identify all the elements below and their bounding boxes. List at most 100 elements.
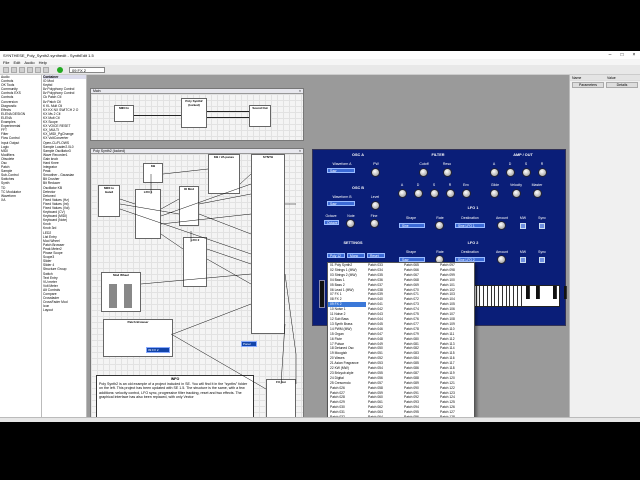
- module-title: Sound Out: [252, 106, 268, 110]
- wire: [207, 111, 249, 112]
- poly-synth-module[interactable]: Poly Synth2 (locked): [181, 98, 207, 128]
- fine-knob[interactable]: [370, 219, 379, 228]
- sound-out-module[interactable]: Sound Out: [249, 105, 271, 127]
- menu-help[interactable]: Help: [39, 60, 47, 65]
- lfo2-sync-checkbox[interactable]: [539, 257, 545, 263]
- lfo1-destination-label: Destination: [461, 216, 479, 220]
- amp-s-knob[interactable]: [522, 168, 531, 177]
- poly-select[interactable]: Poly 12: [327, 253, 345, 258]
- waveform-b-select[interactable]: Saw: [327, 201, 355, 206]
- note-knob[interactable]: [346, 219, 355, 228]
- lfo1-destination-select[interactable]: Sine LFO 1: [455, 223, 485, 228]
- patch-column-2: Patch 033 Patch 034 Patch 035 Patch 036 Patc…: [366, 263, 402, 420]
- wires-svg: [119, 168, 297, 390]
- amp-header: AMP / OUT: [513, 153, 533, 157]
- properties-panel: Name Value Parameters Details: [569, 75, 640, 422]
- module-list-item[interactable]: Layout: [43, 308, 86, 312]
- lfo1-amount-knob[interactable]: [497, 221, 506, 230]
- module-list[interactable]: Container IO Mod Keybd 8v Polyphony Contro…: [42, 75, 87, 422]
- amp-d-knob[interactable]: [506, 168, 515, 177]
- status-bar: [0, 417, 640, 422]
- pw-knob[interactable]: [371, 168, 380, 177]
- lfo1-rate-knob[interactable]: [435, 221, 444, 230]
- filter-s-knob[interactable]: [430, 189, 439, 198]
- reso-knob[interactable]: [443, 168, 452, 177]
- amp-a-knob[interactable]: [490, 168, 499, 177]
- window-controls: – □ ×: [604, 52, 640, 58]
- settings-header: SETTINGS: [343, 241, 363, 245]
- lfo1-rate-label: Rate: [436, 216, 444, 220]
- glide-knob[interactable]: [490, 189, 499, 198]
- lfo1-shape-select[interactable]: Sine: [399, 223, 425, 228]
- waveform-a-select[interactable]: Saw: [327, 168, 355, 173]
- menu-audio[interactable]: Audio: [24, 60, 34, 65]
- velocity-knob[interactable]: [512, 189, 521, 198]
- black-key[interactable]: [526, 286, 530, 299]
- mod-wheel-slider[interactable]: [319, 280, 325, 308]
- amp-a-label: A: [492, 162, 496, 166]
- filter-d-knob[interactable]: [414, 189, 423, 198]
- lfo1-header: LFO 1: [467, 206, 479, 210]
- amp-r-knob[interactable]: [538, 168, 547, 177]
- waveform-a-label: Waveform A: [332, 162, 352, 166]
- preset-select[interactable]: 09 FX 2: [69, 66, 105, 73]
- patch-menu[interactable]: 01 Poly Synth2 02 Strings 1 (MW) 03 String…: [327, 262, 475, 422]
- value-column-header: Value: [607, 76, 616, 80]
- new-icon[interactable]: [3, 66, 9, 73]
- black-key[interactable]: [553, 286, 558, 299]
- lfo2-shape-label: Shape: [405, 250, 417, 254]
- details-button[interactable]: Details: [606, 82, 638, 88]
- filter-d-label: D: [416, 183, 420, 187]
- lfo1-mw-checkbox[interactable]: [520, 223, 526, 229]
- structure-panel: Poly Synth2 (locked) × KB MIDI to Gate2 L…: [90, 148, 304, 422]
- lfo2-sync-label: Sync: [538, 250, 546, 254]
- paste-icon[interactable]: [43, 66, 49, 73]
- keyboard[interactable]: [468, 285, 640, 307]
- play-icon[interactable]: [57, 66, 63, 73]
- menu-edit[interactable]: Edit: [13, 60, 20, 65]
- mono-select[interactable]: Mono: [347, 253, 365, 258]
- title-bar: SYNTHESE_Poly_Synth2.synthedit - SynthEd…: [0, 51, 640, 59]
- pw-label: PW: [373, 162, 379, 166]
- amp-s-label: S: [524, 162, 528, 166]
- minimize-icon[interactable]: –: [604, 52, 616, 58]
- wire: [207, 117, 249, 118]
- filter-a-knob[interactable]: [398, 189, 407, 198]
- name-column-header: Name: [572, 76, 582, 80]
- lfo1-sync-checkbox[interactable]: [539, 223, 545, 229]
- filter-r-knob[interactable]: [446, 189, 455, 198]
- open-icon[interactable]: [11, 66, 17, 73]
- cut-icon[interactable]: [27, 66, 33, 73]
- octave-select[interactable]: Octave: [324, 220, 339, 225]
- main-panel: Main × MIDI In Poly Synth2 (locked) Sound…: [90, 88, 304, 141]
- level-knob[interactable]: [371, 201, 380, 210]
- cutoff-knob[interactable]: [419, 168, 428, 177]
- lfo1-mw-label: MW: [519, 216, 527, 220]
- menu-file[interactable]: File: [3, 60, 9, 65]
- lfo1-amount-label: Amount: [495, 216, 509, 220]
- midi-in-module[interactable]: MIDI In: [114, 105, 134, 122]
- octave-label: Octave: [325, 214, 337, 218]
- master-knob[interactable]: [533, 189, 542, 198]
- close-icon[interactable]: ×: [628, 52, 640, 58]
- filter-env-knob[interactable]: [462, 189, 471, 198]
- lfo2-mw-checkbox[interactable]: [520, 257, 526, 263]
- save-icon[interactable]: [19, 66, 25, 73]
- structure-panel-title-text: Poly Synth2 (locked): [93, 149, 126, 153]
- lfo2-amount-knob[interactable]: [497, 255, 506, 264]
- level-label: Level: [370, 195, 380, 199]
- maximize-icon[interactable]: □: [616, 52, 628, 58]
- filter-r-label: R: [448, 183, 452, 187]
- black-key[interactable]: [536, 286, 541, 299]
- tree-item[interactable]: XA: [1, 198, 41, 202]
- amp-r-label: R: [540, 162, 544, 166]
- properties-tabs: Parameters Details: [570, 81, 640, 89]
- reset-button[interactable]: Reset: [367, 253, 385, 258]
- black-key[interactable]: [563, 286, 568, 299]
- copy-icon[interactable]: [35, 66, 41, 73]
- parameters-button[interactable]: Parameters: [572, 82, 604, 88]
- module-category-tree[interactable]: Audio Controls OK Tools Community Controls E…: [0, 75, 42, 422]
- patch-column-4: Patch 097 Patch 098 Patch 099 Patch 100 Patc…: [438, 263, 476, 420]
- lfo2-destination-label: Destination: [461, 250, 479, 254]
- white-key[interactable]: [518, 286, 522, 306]
